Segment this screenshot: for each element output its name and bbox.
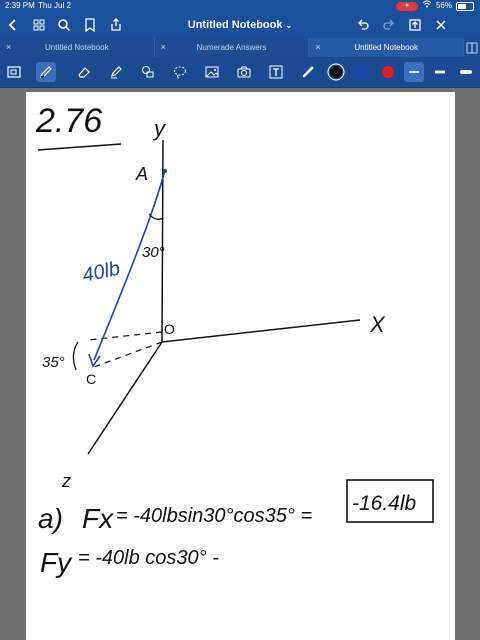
fx-label: Fx: [82, 503, 114, 534]
force-magnitude-label: 40lb: [80, 258, 122, 287]
color-black-swatch[interactable]: [326, 62, 346, 82]
status-right: ● 56%: [395, 0, 474, 12]
undo-icon[interactable]: [354, 16, 372, 34]
point-a-dot: [163, 169, 167, 173]
zoom-window-icon[interactable]: [4, 62, 24, 82]
laser-pointer-icon[interactable]: [298, 62, 318, 82]
tab-bar: × Untitled Notebook × Numerade Answers ×…: [0, 38, 480, 57]
tab-untitled-notebook-1[interactable]: × Untitled Notebook: [0, 38, 155, 57]
angle-35-arc: [72, 341, 79, 371]
color-red-swatch[interactable]: [378, 62, 398, 82]
problem-number-underline: [37, 143, 122, 151]
part-a-label: a): [38, 503, 63, 534]
status-bar: 2:39 PM Thu Jul 2 ● 56%: [0, 0, 480, 12]
z-axis-label: z: [61, 471, 71, 491]
stroke-thick-option[interactable]: [456, 62, 476, 82]
fy-label: Fy: [40, 547, 73, 578]
image-icon[interactable]: [202, 62, 222, 82]
notebook-title-text: Untitled Notebook: [187, 19, 283, 31]
angle-30-label: 30°: [142, 244, 165, 261]
tab-label: Untitled Notebook: [354, 43, 418, 52]
battery-percent: 56%: [435, 1, 452, 10]
bookmark-icon[interactable]: [81, 16, 99, 34]
z-axis-line: [87, 341, 163, 455]
lasso-icon[interactable]: [170, 62, 190, 82]
notebook-title[interactable]: Untitled Notebook ⌄: [160, 12, 320, 38]
fx-expression: = -40lbsin30°cos35° =: [116, 505, 312, 527]
point-a-label: A: [135, 164, 148, 184]
tab-untitled-notebook-2[interactable]: × Untitled Notebook: [309, 38, 465, 57]
share-icon[interactable]: [107, 16, 125, 34]
chevron-down-icon: ⌄: [285, 21, 293, 30]
tab-close-icon[interactable]: ×: [315, 38, 320, 57]
origin-label: O: [164, 321, 175, 337]
shapes-icon[interactable]: [138, 62, 158, 82]
dashed-projection-lower: [93, 341, 163, 368]
wifi-icon: [422, 0, 432, 12]
color-blue-swatch[interactable]: [352, 62, 372, 82]
tab-numerade-answers[interactable]: × Numerade Answers: [155, 38, 310, 57]
point-c-label: C: [86, 371, 96, 387]
x-axis-line: [161, 319, 361, 343]
grid-icon[interactable]: [30, 16, 48, 34]
battery-icon: [456, 1, 474, 11]
close-icon[interactable]: [432, 16, 450, 34]
status-date: Thu Jul 2: [38, 1, 71, 10]
screen-record-icon: ●: [395, 1, 418, 11]
dashed-projection-upper: [87, 331, 163, 341]
redo-icon[interactable]: [380, 16, 398, 34]
angle-35-label: 35°: [42, 354, 65, 371]
pen-icon[interactable]: [36, 62, 56, 82]
fx-answer: -16.4lb: [352, 492, 417, 515]
tab-label: Numerade Answers: [196, 43, 267, 52]
status-time: 2:39 PM: [5, 1, 35, 10]
camera-icon[interactable]: [234, 62, 254, 82]
problem-number: 2.76: [35, 102, 102, 140]
handwritten-drawing: 2.76 y X z A O C 40lb 30° 35° a) Fx = -4…: [35, 102, 434, 578]
search-icon[interactable]: [55, 16, 73, 34]
nav-bar: Untitled Notebook ⌄: [0, 12, 480, 38]
drawing-toolbar: [0, 57, 480, 88]
stroke-thin-option[interactable]: [404, 62, 424, 82]
tab-close-icon[interactable]: ×: [6, 38, 11, 57]
tab-close-icon[interactable]: ×: [161, 38, 166, 57]
chevron-left-icon[interactable]: [4, 16, 22, 34]
fy-expression: = -40lb cos30° -: [78, 547, 219, 569]
notebook-page[interactable]: 2.76 y X z A O C 40lb 30° 35° a) Fx = -4…: [26, 92, 455, 640]
x-axis-label: X: [369, 312, 386, 337]
text-tool-icon[interactable]: [266, 62, 286, 82]
split-view-icon[interactable]: [464, 38, 480, 57]
tab-label: Untitled Notebook: [45, 43, 109, 52]
eraser-icon[interactable]: [74, 62, 94, 82]
y-axis-label: y: [152, 116, 167, 141]
highlighter-icon[interactable]: [106, 62, 126, 82]
export-icon[interactable]: [406, 16, 424, 34]
y-axis-line: [161, 139, 164, 343]
stroke-medium-option[interactable]: [430, 62, 450, 82]
